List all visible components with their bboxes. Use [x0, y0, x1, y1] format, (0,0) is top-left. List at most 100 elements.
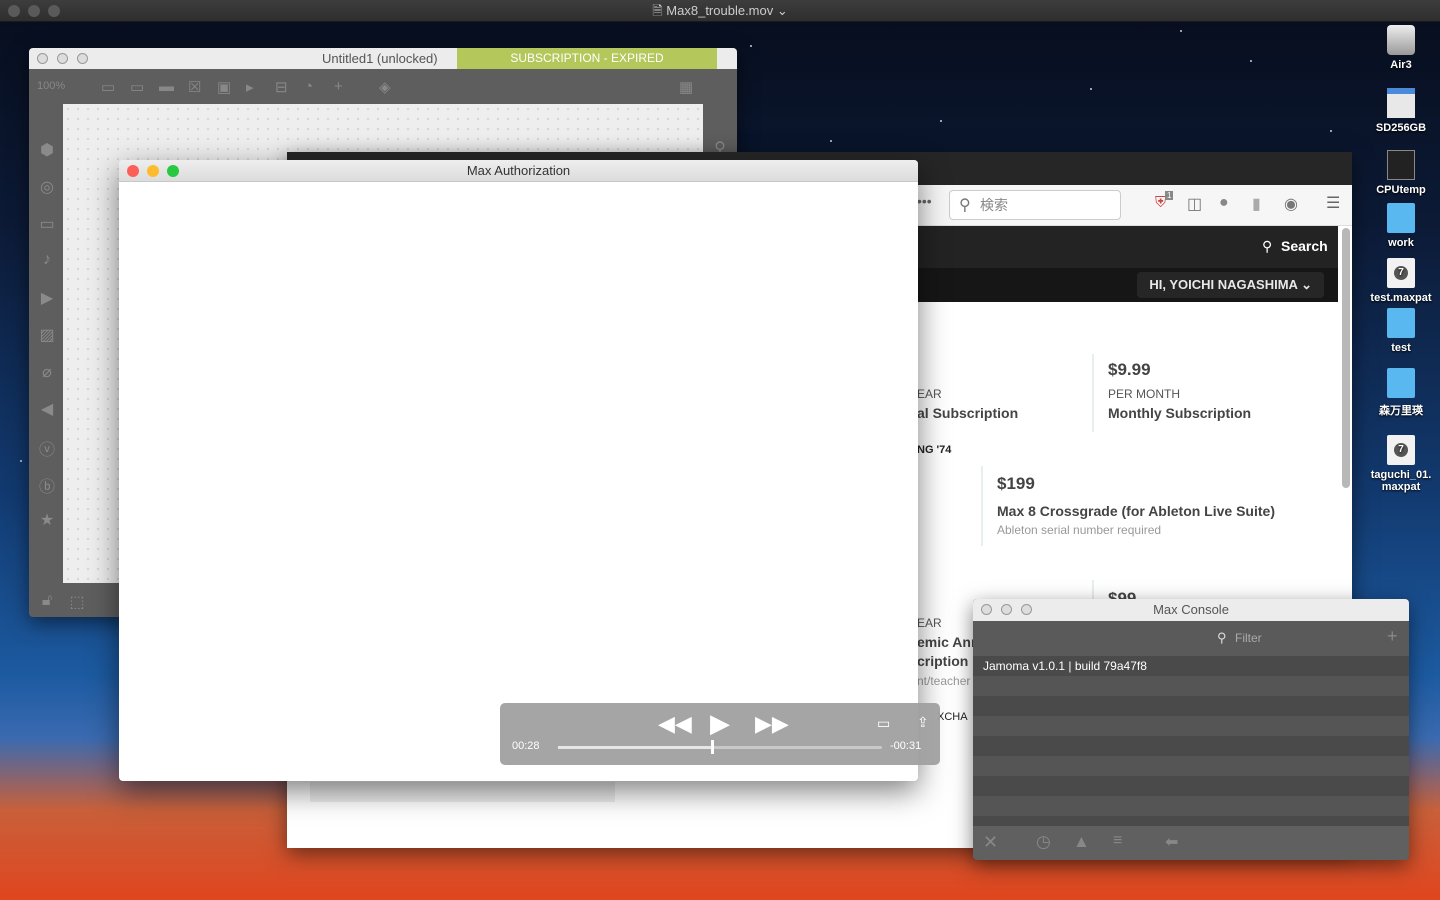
desktop-icon-folder[interactable]: test — [1366, 308, 1436, 354]
folder-icon — [1387, 203, 1415, 233]
console-line[interactable]: Jamoma v1.0.1 | build 79a47f8 — [973, 656, 1409, 676]
product-name[interactable]: al Subscription — [917, 405, 1018, 421]
chevron-down-icon[interactable]: ⌄ — [777, 3, 788, 18]
lock-icon[interactable]: 🔓︎ — [37, 592, 57, 610]
more-icon[interactable]: ••• — [917, 193, 932, 209]
airplay-icon[interactable]: ▭ — [877, 715, 890, 732]
search-icon: ⚲ — [1217, 630, 1227, 645]
auth-title: Max Authorization — [466, 163, 571, 178]
target-icon[interactable]: ◎ — [37, 177, 57, 197]
music-note-icon[interactable]: ♪ — [37, 251, 57, 269]
slider-icon[interactable]: ⊟ — [275, 78, 288, 96]
card-icon[interactable]: ▭ — [37, 214, 57, 234]
product-name[interactable]: Monthly Subscription — [1108, 405, 1251, 421]
user-menu-label: HI, YOICHI NAGASHIMA — [1149, 277, 1298, 292]
zoom-button[interactable] — [48, 5, 60, 17]
file-icon: 🗎 — [652, 3, 663, 18]
back-arrow-icon[interactable]: ⬅ — [1165, 832, 1178, 852]
warning-icon[interactable]: ▲ — [1073, 832, 1090, 852]
image-icon[interactable]: ▨ — [37, 325, 57, 345]
scrubber-handle[interactable] — [710, 740, 714, 754]
share-icon[interactable]: ⇪ — [917, 714, 929, 731]
desktop-icon-folder[interactable]: work — [1366, 203, 1436, 249]
presentation-icon[interactable]: ⬚ — [67, 592, 87, 612]
rewind-icon[interactable]: ◀◀ — [658, 711, 692, 737]
fast-forward-icon[interactable]: ▶▶ — [755, 711, 789, 737]
desktop-icon-terminal[interactable]: CPUtemp — [1366, 150, 1436, 196]
menu-icon[interactable]: ☰ — [1326, 193, 1340, 213]
window-title[interactable]: Max8_trouble.mov — [666, 3, 773, 18]
desktop-icon-label: work — [1388, 237, 1414, 249]
desktop-icon-label: test — [1391, 342, 1411, 354]
product-name[interactable]: Max 8 Crossgrade (for Ableton Live Suite… — [997, 503, 1275, 519]
minimize-button[interactable] — [28, 5, 40, 17]
desktop-icon-maxpat[interactable]: test.maxpat — [1366, 258, 1436, 304]
console-title-bar: Max Console — [973, 599, 1409, 621]
extension2-icon[interactable]: ▮ — [1252, 194, 1261, 214]
product-price: $9.99 — [1108, 360, 1151, 379]
close-button[interactable] — [127, 165, 139, 177]
grid-icon[interactable]: ▦ — [679, 78, 693, 96]
package-icon[interactable]: ⬢ — [37, 140, 57, 160]
desktop-icon-folder[interactable]: 森万里瑛 — [1366, 368, 1436, 418]
sidebar-icon[interactable]: ◫ — [1187, 194, 1202, 214]
max-authorization-window: Max Authorization — [119, 160, 918, 781]
paperclip-icon[interactable]: ⌀ — [37, 362, 57, 382]
minimize-button[interactable] — [57, 53, 68, 64]
browser-search-input[interactable]: 検索 — [949, 190, 1121, 220]
close-button[interactable] — [981, 604, 992, 615]
clock-icon[interactable]: ◷ — [1036, 832, 1051, 852]
new-object-icon[interactable]: ▭ — [101, 78, 115, 96]
add-icon[interactable]: + — [334, 78, 343, 95]
maxpat-icon — [1387, 435, 1415, 465]
desktop-icon-drive[interactable]: Air3 — [1366, 25, 1436, 71]
product-note: nt/teacher — [917, 674, 971, 688]
user-menu[interactable]: HI, YOICHI NAGASHIMA ⌄ — [1137, 272, 1324, 298]
paint-bucket-icon[interactable]: ◈ — [379, 78, 391, 96]
desktop-icon-label: CPUtemp — [1376, 184, 1426, 196]
zoom-button[interactable] — [1021, 604, 1032, 615]
star-icon[interactable]: ★ — [37, 510, 57, 530]
minimize-button[interactable] — [1001, 604, 1012, 615]
auth-title-bar: Max Authorization — [119, 160, 918, 182]
desktop-icon-maxpat[interactable]: taguchi_01. maxpat — [1366, 435, 1436, 493]
extension-icon[interactable]: ● — [1219, 194, 1229, 212]
video-icon[interactable]: ▶ — [37, 288, 57, 308]
zoom-button[interactable] — [77, 53, 88, 64]
number-icon[interactable]: ▸ — [246, 78, 254, 96]
desktop-icon-label: SD256GB — [1375, 122, 1427, 134]
scrollbar[interactable] — [1342, 228, 1350, 488]
dial-icon[interactable]: ◔ — [304, 78, 313, 95]
search-icon[interactable]: ⚲ — [1262, 238, 1272, 255]
console-toolbar: ✕ ◷ ▲ ≡ ⬅ — [973, 826, 1409, 860]
bpatcher-icon[interactable]: ⓑ — [37, 473, 57, 497]
product-label: PER MONTH — [1108, 387, 1180, 401]
subscription-badge[interactable]: SUBSCRIPTION - EXPIRED — [457, 48, 717, 69]
product-name[interactable]: emic Ann — [917, 634, 980, 650]
section-heading: NG '74 — [917, 444, 952, 456]
close-button[interactable] — [37, 53, 48, 64]
product-note: Ableton serial number required — [997, 523, 1162, 537]
clear-icon[interactable]: ✕ — [983, 832, 998, 853]
minimize-button[interactable] — [147, 165, 159, 177]
add-icon[interactable]: + — [1387, 626, 1398, 647]
zoom-level[interactable]: 100% — [37, 80, 65, 92]
button-object-icon[interactable]: ☒ — [188, 78, 201, 96]
vst-icon[interactable]: ⓥ — [37, 436, 57, 460]
auth-content[interactable] — [119, 182, 918, 781]
site-search-link[interactable]: Search — [1281, 238, 1328, 254]
account-icon[interactable]: ◉ — [1284, 194, 1298, 214]
zoom-button[interactable] — [167, 165, 179, 177]
message-icon[interactable]: ▭ — [130, 78, 144, 96]
filter-input[interactable]: Filter — [1235, 631, 1262, 645]
scrubber[interactable] — [558, 740, 882, 754]
scroll-down-icon[interactable]: ≡ — [1113, 832, 1122, 850]
desktop-icon-sdcard[interactable]: SD256GB — [1366, 88, 1436, 134]
close-button[interactable] — [8, 5, 20, 17]
toggle-icon[interactable]: ▣ — [217, 78, 231, 96]
comment-icon[interactable]: ▬ — [159, 78, 174, 95]
play-icon[interactable]: ▶ — [710, 708, 730, 739]
patcher-title: Untitled1 (unlocked) — [322, 51, 438, 66]
plug-icon[interactable]: ◀ — [37, 399, 57, 419]
menu-bar: 🗎 Max8_trouble.mov ⌄ — [0, 0, 1440, 22]
